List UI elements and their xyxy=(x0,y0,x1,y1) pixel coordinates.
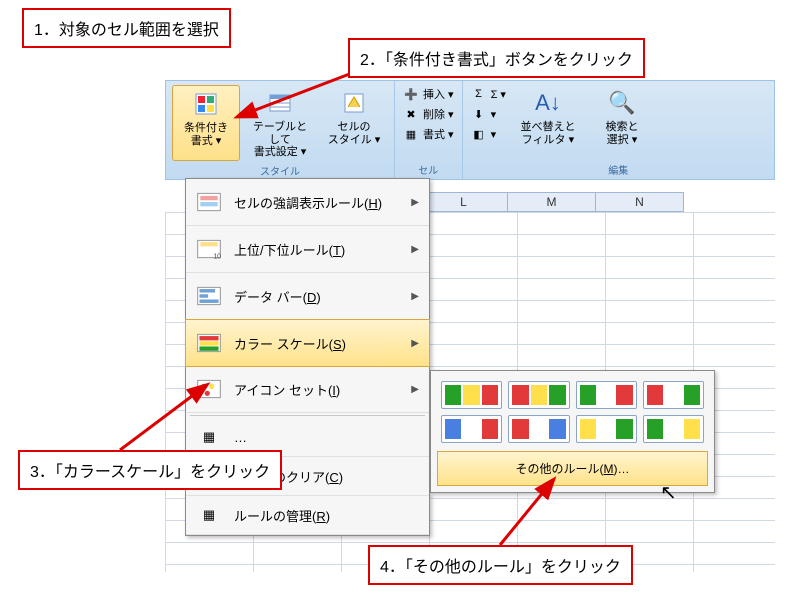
column-header-l[interactable]: L xyxy=(420,192,508,212)
find-select-button[interactable]: 🔍 検索と 選択 ▾ xyxy=(588,85,656,160)
iconset-icon xyxy=(194,376,224,402)
color-scale-swatch[interactable] xyxy=(576,415,637,443)
clear-button[interactable]: ◧ ▾ xyxy=(469,125,508,143)
color-scale-swatch[interactable] xyxy=(643,415,704,443)
delete-icon: ✖ xyxy=(403,106,419,122)
highlight-icon xyxy=(194,189,224,215)
color-scale-gallery xyxy=(437,377,708,451)
callout-4: 4．「その他のルール」をクリック xyxy=(368,545,633,585)
clear-label: ▾ xyxy=(491,128,497,141)
ribbon-group-cells: ➕ 挿入 ▾ ✖ 削除 ▾ ▦ 書式 ▾ セル xyxy=(395,81,463,179)
group-label-cells: セル xyxy=(401,160,456,177)
format-icon: ▦ xyxy=(403,126,419,142)
find-select-label: 検索と 選択 ▾ xyxy=(605,121,638,146)
fill-label: ▾ xyxy=(491,108,497,121)
menu-item-iconset[interactable]: アイコン セット(I) ▶ xyxy=(186,366,429,413)
fill-button[interactable]: ⬇ ▾ xyxy=(469,105,508,123)
rule-icon: ▦ xyxy=(194,424,224,450)
ribbon: 条件付き 書式 ▾ テーブルとして 書式設定 ▾ セルの スタイル ▾ スタイル… xyxy=(165,80,775,180)
delete-label: 削除 ▾ xyxy=(423,106,454,122)
color-scale-swatch[interactable] xyxy=(576,381,637,409)
menu-item-colorscale[interactable]: カラー スケール(S) ▶ xyxy=(185,319,430,367)
color-scale-swatch[interactable] xyxy=(508,381,569,409)
callout-3: 3．「カラースケール」をクリック xyxy=(18,450,282,490)
ribbon-group-styles: 条件付き 書式 ▾ テーブルとして 書式設定 ▾ セルの スタイル ▾ スタイル xyxy=(166,81,395,179)
fill-icon: ⬇ xyxy=(471,106,487,122)
chevron-right-icon: ▶ xyxy=(411,291,419,302)
eraser-icon: ◧ xyxy=(471,126,487,142)
menu-label: 上位/下位ルール(T) xyxy=(234,240,401,259)
sort-filter-button[interactable]: A↓ 並べ替えと フィルタ ▾ xyxy=(514,85,582,160)
chevron-right-icon: ▶ xyxy=(411,244,419,255)
sort-filter-icon: A↓ xyxy=(532,87,564,119)
ribbon-group-editing: Σ Σ ▾ ⬇ ▾ ◧ ▾ A↓ 並べ替えと フィルタ ▾ 🔍 検索と 選択 ▾ xyxy=(463,81,774,179)
cell-styles-button[interactable]: セルの スタイル ▾ xyxy=(320,85,388,161)
chevron-right-icon: ▶ xyxy=(411,384,419,395)
insert-icon: ➕ xyxy=(403,86,419,102)
cell-styles-icon xyxy=(338,87,370,119)
conditional-formatting-icon xyxy=(190,88,222,120)
format-as-table-icon xyxy=(264,87,296,119)
color-scale-swatch[interactable] xyxy=(508,415,569,443)
delete-button[interactable]: ✖ 削除 ▾ xyxy=(401,105,456,123)
mouse-cursor-icon: ↖ xyxy=(660,480,677,505)
autosum-label: Σ ▾ xyxy=(491,88,506,101)
menu-item-highlight[interactable]: セルの強調表示ルール(H) ▶ xyxy=(186,179,429,226)
format-label: 書式 ▾ xyxy=(423,126,454,142)
menu-item-topbottom[interactable]: 10 上位/下位ルール(T) ▶ xyxy=(186,226,429,273)
menu-label: セルの強調表示ルール(H) xyxy=(234,193,401,212)
svg-text:10: 10 xyxy=(213,254,221,261)
autosum-button[interactable]: Σ Σ ▾ xyxy=(469,85,508,103)
format-as-table-button[interactable]: テーブルとして 書式設定 ▾ xyxy=(246,85,314,161)
menu-item-secondary[interactable]: ▦ ルールの管理(R) xyxy=(186,496,429,535)
callout-2: 2．「条件付き書式」ボタンをクリック xyxy=(348,38,645,78)
group-label-editing: 編集 xyxy=(469,160,768,177)
colorscale-icon xyxy=(194,330,224,356)
format-button[interactable]: ▦ 書式 ▾ xyxy=(401,125,456,143)
databar-icon xyxy=(194,283,224,309)
menu-item-databar[interactable]: データ バー(D) ▶ xyxy=(186,273,429,320)
more-rules-label: その他のルール(M)… xyxy=(516,462,630,476)
menu-label: カラー スケール(S) xyxy=(234,334,401,353)
conditional-formatting-label: 条件付き 書式 ▾ xyxy=(184,122,228,147)
column-headers: L M N xyxy=(420,192,684,212)
color-scale-swatch[interactable] xyxy=(441,381,502,409)
color-scale-swatch[interactable] xyxy=(643,381,704,409)
insert-label: 挿入 ▾ xyxy=(423,86,454,102)
column-header-m[interactable]: M xyxy=(508,192,596,212)
menu-label: ルールの管理(R) xyxy=(234,506,421,525)
menu-label: アイコン セット(I) xyxy=(234,380,401,399)
menu-label: データ バー(D) xyxy=(234,287,401,306)
menu-separator xyxy=(190,415,425,416)
format-as-table-label: テーブルとして 書式設定 ▾ xyxy=(248,121,312,159)
color-scale-swatch[interactable] xyxy=(441,415,502,443)
sort-filter-label: 並べ替えと フィルタ ▾ xyxy=(520,121,575,146)
topbottom-icon: 10 xyxy=(194,236,224,262)
column-header-n[interactable]: N xyxy=(596,192,684,212)
binoculars-icon: 🔍 xyxy=(606,87,638,119)
color-scale-submenu: その他のルール(M)… xyxy=(430,370,715,493)
sigma-icon: Σ xyxy=(471,86,487,102)
callout-1: 1．対象のセル範囲を選択 xyxy=(22,8,231,48)
menu-label-hidden: … xyxy=(234,430,421,445)
conditional-formatting-button[interactable]: 条件付き 書式 ▾ xyxy=(172,85,240,161)
rule-icon: ▦ xyxy=(194,502,224,528)
insert-button[interactable]: ➕ 挿入 ▾ xyxy=(401,85,456,103)
chevron-right-icon: ▶ xyxy=(411,197,419,208)
group-label-styles: スタイル xyxy=(172,161,388,178)
chevron-right-icon: ▶ xyxy=(411,338,419,349)
cell-styles-label: セルの スタイル ▾ xyxy=(328,121,381,146)
